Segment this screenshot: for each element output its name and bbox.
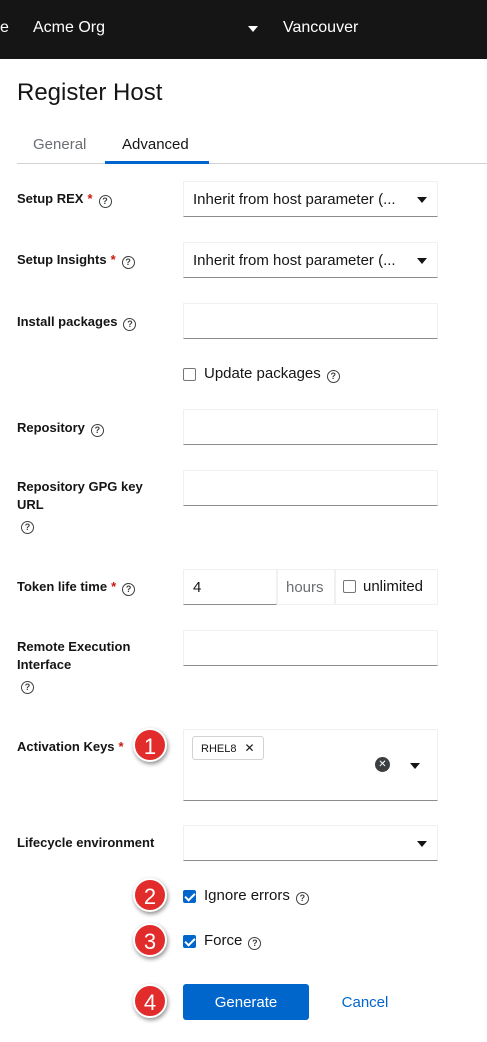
top-navigation-bar: e Acme Org Vancouver xyxy=(0,0,487,59)
generate-button[interactable]: Generate xyxy=(183,984,309,1020)
setup-rex-value: Inherit from host parameter (... xyxy=(193,191,396,208)
caret-down-icon[interactable] xyxy=(410,763,420,769)
tab-general[interactable]: General xyxy=(33,136,86,153)
activation-keys-label-text: Activation Keys xyxy=(17,739,115,754)
ignore-errors-label-text: Ignore errors xyxy=(204,887,290,904)
tab-bar: General Advanced xyxy=(17,131,487,164)
repository-gpg-key-url-label: Repository GPG key URL ? xyxy=(17,478,143,534)
ignore-errors-label: Ignore errors? xyxy=(204,887,309,905)
required-marker: * xyxy=(110,252,116,267)
repository-label: Repository? xyxy=(17,419,104,437)
active-tab-indicator xyxy=(105,161,209,164)
token-unit-addon: hours xyxy=(277,569,335,605)
gpg-label-line1: Repository GPG key xyxy=(17,479,143,494)
force-label: Force? xyxy=(204,932,262,950)
install-packages-label-text: Install packages xyxy=(17,314,118,329)
location-switcher[interactable]: Vancouver xyxy=(283,19,358,37)
required-marker: * xyxy=(87,191,93,206)
annotation-badge-2: 2 xyxy=(133,878,167,912)
annotation-badge-3: 3 xyxy=(133,923,167,957)
help-icon[interactable]: ? xyxy=(122,583,136,596)
help-icon[interactable]: ? xyxy=(121,256,135,269)
setup-insights-label-text: Setup Insights xyxy=(17,252,107,267)
activation-keys-multiselect[interactable]: RHEL8 ✕ ✕ xyxy=(183,729,438,801)
annotation-badge-4: 4 xyxy=(133,984,167,1018)
help-icon[interactable]: ? xyxy=(123,318,137,331)
unlimited-label: unlimited xyxy=(363,578,424,595)
token-life-time-label-text: Token life time xyxy=(17,579,108,594)
chevron-down-icon[interactable] xyxy=(248,26,258,32)
unlimited-group: unlimited xyxy=(335,569,438,605)
remote-execution-interface-label: Remote Execution Interface ? xyxy=(17,638,130,694)
token-life-time-label: Token life time *? xyxy=(17,578,136,596)
rei-label-line1: Remote Execution xyxy=(17,639,131,654)
install-packages-label: Install packages? xyxy=(17,313,137,331)
update-packages-label-text: Update packages xyxy=(204,365,321,382)
page-title: Register Host xyxy=(17,79,163,106)
token-life-time-value: 4 xyxy=(193,579,202,596)
annotation-badge-1: 1 xyxy=(133,728,167,762)
force-label-text: Force xyxy=(204,932,243,949)
update-packages-checkbox[interactable] xyxy=(183,368,196,381)
caret-down-icon xyxy=(417,197,427,203)
clear-selection-icon[interactable]: ✕ xyxy=(375,757,390,772)
setup-rex-select[interactable]: Inherit from host parameter (... xyxy=(183,181,438,217)
rei-label-line2: Interface xyxy=(17,657,72,672)
token-unit-label: hours xyxy=(286,579,324,596)
lifecycle-environment-label: Lifecycle environment xyxy=(17,834,154,852)
repository-gpg-key-url-input[interactable] xyxy=(183,470,438,506)
help-icon[interactable]: ? xyxy=(21,681,34,694)
help-icon[interactable]: ? xyxy=(21,521,34,534)
remote-execution-interface-input[interactable] xyxy=(183,630,438,666)
truncated-nav-item[interactable]: e xyxy=(0,19,9,37)
activation-keys-label: Activation Keys * xyxy=(17,738,124,756)
activation-key-chip: RHEL8 ✕ xyxy=(192,736,264,760)
setup-insights-label: Setup Insights *? xyxy=(17,251,135,269)
update-packages-label: Update packages? xyxy=(204,365,340,383)
cancel-button[interactable]: Cancel xyxy=(327,984,403,1020)
tab-advanced[interactable]: Advanced xyxy=(122,136,189,153)
setup-rex-label: Setup REX *? xyxy=(17,190,112,208)
caret-down-icon xyxy=(417,841,427,847)
help-icon[interactable]: ? xyxy=(326,370,340,383)
setup-rex-label-text: Setup REX xyxy=(17,191,84,206)
setup-insights-value: Inherit from host parameter (... xyxy=(193,252,396,269)
help-icon[interactable]: ? xyxy=(248,937,262,950)
repository-input[interactable] xyxy=(183,409,438,445)
setup-insights-select[interactable]: Inherit from host parameter (... xyxy=(183,242,438,278)
lifecycle-environment-select[interactable] xyxy=(183,825,438,861)
chip-remove-icon[interactable]: ✕ xyxy=(244,741,254,755)
unlimited-checkbox[interactable] xyxy=(343,580,356,593)
help-icon[interactable]: ? xyxy=(90,424,104,437)
ignore-errors-checkbox[interactable] xyxy=(183,890,196,903)
repository-label-text: Repository xyxy=(17,420,85,435)
chip-text: RHEL8 xyxy=(201,743,237,755)
install-packages-input[interactable] xyxy=(183,303,438,339)
force-checkbox[interactable] xyxy=(183,935,196,948)
required-marker: * xyxy=(111,579,117,594)
lifecycle-environment-label-text: Lifecycle environment xyxy=(17,835,155,850)
token-life-time-input[interactable]: 4 xyxy=(183,569,277,605)
organization-switcher[interactable]: Acme Org xyxy=(33,19,105,37)
required-marker: * xyxy=(118,739,124,754)
help-icon[interactable]: ? xyxy=(98,195,112,208)
caret-down-icon xyxy=(417,258,427,264)
gpg-label-line2: URL xyxy=(17,497,44,512)
help-icon[interactable]: ? xyxy=(295,892,309,905)
